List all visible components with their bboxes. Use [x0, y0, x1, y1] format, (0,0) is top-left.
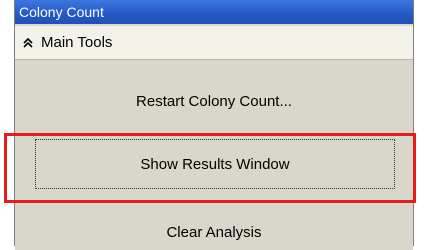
double-chevron-up-icon [21, 36, 35, 50]
section-title: Main Tools [41, 34, 113, 51]
clear-analysis-button[interactable]: Clear Analysis [15, 214, 413, 250]
restart-colony-count-button[interactable]: Restart Colony Count... [15, 76, 413, 126]
panel-title: Colony Count [15, 0, 413, 24]
colony-count-panel: Colony Count Main Tools Restart Colony C… [14, 0, 414, 250]
show-results-window-button[interactable]: Show Results Window [35, 139, 395, 189]
main-tools-section-header[interactable]: Main Tools [15, 26, 413, 60]
